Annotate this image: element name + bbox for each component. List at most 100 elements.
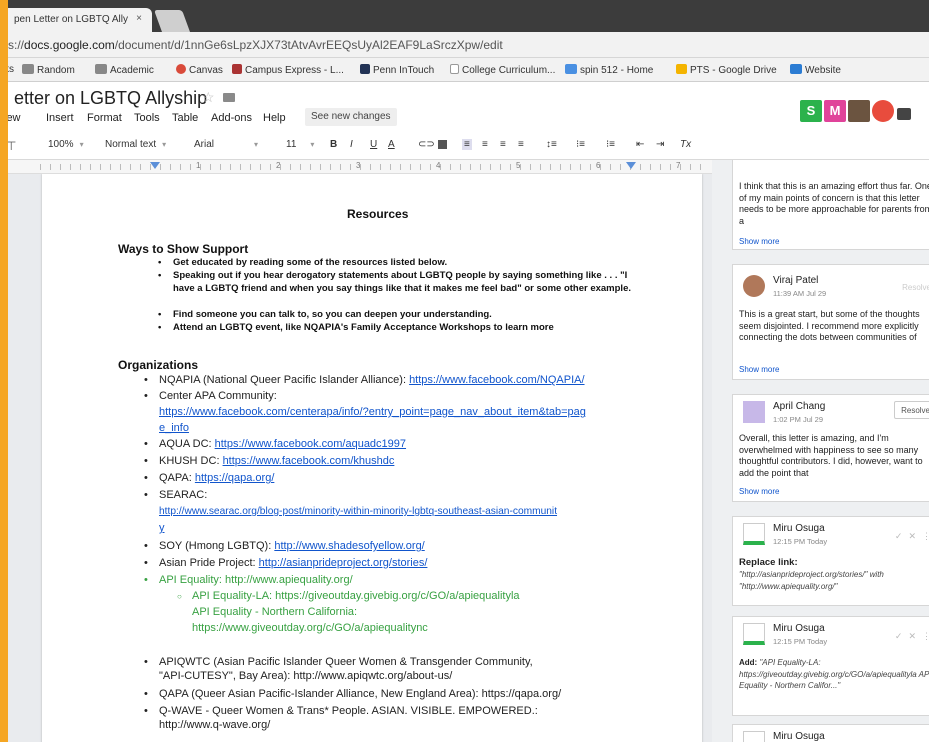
comment-time: 1:02 PM Jul 29	[773, 415, 824, 424]
comment-card[interactable]: Viraj Patel 11:39 AM Jul 29 Resolve This…	[732, 264, 929, 380]
suggestion-card[interactable]: Miru Osuga	[732, 724, 929, 742]
comment-card[interactable]: I think that this is an amazing effort t…	[732, 160, 929, 250]
document-title[interactable]: etter on LGBTQ Allyship	[14, 88, 207, 109]
accept-reject-icons[interactable]: ✓✕⋮	[895, 531, 929, 542]
resolve-button[interactable]: Resolve	[894, 401, 929, 419]
org-item: AQUA DC: https://www.facebook.com/aquadc…	[144, 436, 406, 452]
org-link[interactable]: https://www.facebook.com/centerapa/info/…	[159, 404, 586, 420]
menu-table[interactable]: Table	[172, 112, 198, 124]
italic-button[interactable]: I	[350, 139, 353, 150]
bulleted-list-icon[interactable]: ⁝≡	[606, 139, 615, 150]
menu-tools[interactable]: Tools	[134, 112, 160, 124]
org-link[interactable]: http://www.shadesofyellow.org/	[274, 540, 424, 552]
clear-formatting-icon[interactable]: Tx	[680, 139, 691, 150]
comment-card[interactable]: April Chang 1:02 PM Jul 29 Resolve Overa…	[732, 394, 929, 502]
right-indent-marker[interactable]	[626, 162, 636, 169]
accept-reject-icons[interactable]: ✓✕⋮	[895, 631, 929, 642]
document-page[interactable]: Resources Ways to Show Support Get educa…	[42, 174, 702, 742]
avatar	[743, 523, 765, 545]
show-more-link[interactable]: Show more	[739, 237, 779, 246]
bookmark-random[interactable]: Random	[22, 64, 75, 76]
bookmark-canvas[interactable]: Canvas	[176, 64, 223, 76]
numbered-list-icon[interactable]: ⁝≡	[576, 139, 585, 150]
ruler[interactable]: 1 2 3 4 5 6 7	[0, 160, 712, 174]
avatar	[743, 731, 765, 742]
text-color-button[interactable]: A	[388, 139, 395, 150]
resolve-button[interactable]: Resolve	[902, 283, 929, 292]
comment-body: This is a great start, but some of the t…	[739, 309, 920, 342]
suggestion-body: Add: "API Equality-LA: https://giveoutda…	[739, 658, 929, 690]
folder-icon	[95, 64, 107, 74]
org-link[interactable]: e_info	[159, 420, 189, 436]
org-link[interactable]: http://asianprideproject.org/stories/	[259, 557, 428, 569]
folder-icon	[22, 64, 34, 74]
menu-format[interactable]: Format	[87, 112, 122, 124]
org-link[interactable]: http://www.searac.org/blog-post/minority…	[159, 504, 557, 520]
style-select[interactable]: Normal text ▾	[105, 139, 166, 150]
zoom-select[interactable]: 100% ▾	[48, 139, 84, 150]
avatar[interactable]	[872, 100, 894, 122]
document-canvas: Resources Ways to Show Support Get educa…	[0, 174, 712, 742]
org-item: Q-WAVE - Queer Women & Trans* People. AS…	[144, 703, 538, 719]
decrease-indent-icon[interactable]: ⇤	[636, 139, 644, 150]
increase-indent-icon[interactable]: ⇥	[656, 139, 664, 150]
org-item: QAPA (Queer Asian Pacific-Islander Allia…	[144, 686, 561, 702]
org-item: Center APA Community:	[144, 388, 277, 404]
bookmark-academic[interactable]: Academic	[95, 64, 154, 76]
address-bar[interactable]: s://docs.google.com/document/d/1nnGe6sLp…	[0, 32, 929, 58]
suggestion-card[interactable]: Miru Osuga 12:15 PM Today ✓✕⋮ Replace li…	[732, 516, 929, 606]
sub-item-suggested: https://www.giveoutday.org/c/GO/a/apiequ…	[192, 622, 428, 634]
org-link[interactable]: https://www.facebook.com/khushdc	[223, 455, 395, 467]
bookmark-spin[interactable]: spin 512 - Home	[565, 64, 653, 76]
bookmark-college-curriculum[interactable]: College Curriculum...	[450, 64, 555, 76]
new-tab-button[interactable]	[153, 10, 191, 32]
line-spacing-icon[interactable]: ↕≡	[546, 139, 557, 150]
font-select[interactable]: Arial ▾	[194, 139, 258, 150]
ruler-ticks	[40, 164, 702, 170]
org-link[interactable]: https://www.facebook.com/NQAPIA/	[409, 374, 584, 386]
bookmark-pts[interactable]: PTS - Google Drive	[676, 64, 777, 76]
avatar	[743, 275, 765, 297]
comment-time: 11:39 AM Jul 29	[773, 289, 827, 298]
bookmark-penn-intouch[interactable]: Penn InTouch	[360, 64, 434, 76]
suggestion-body: "http://asianprideproject.org/stories/" …	[739, 570, 884, 591]
comment-add-icon[interactable]	[438, 140, 447, 149]
bold-button[interactable]: B	[330, 139, 337, 150]
url-text[interactable]: s://docs.google.com/document/d/1nnGe6sLp…	[8, 38, 503, 52]
align-left-icon[interactable]: ≡	[462, 139, 472, 150]
underline-button[interactable]: U	[370, 139, 377, 150]
menu-addons[interactable]: Add-ons	[211, 112, 252, 124]
show-more-link[interactable]: Show more	[739, 487, 779, 496]
avatar[interactable]	[848, 100, 870, 122]
avatar[interactable]: M	[824, 100, 846, 122]
suggestion-card[interactable]: Miru Osuga 12:15 PM Today ✓✕⋮ Add: "API …	[732, 616, 929, 716]
org-item: APIQWTC (Asian Pacific Islander Queer Wo…	[144, 654, 533, 670]
star-icon[interactable]: ☆	[202, 89, 215, 106]
link-icon[interactable]: ⊂⊃	[418, 139, 435, 150]
align-center-icon[interactable]: ≡	[482, 139, 488, 150]
avatar[interactable]: S	[800, 100, 822, 122]
org-link[interactable]: https://qapa.org/	[195, 472, 275, 484]
menu-help[interactable]: Help	[263, 112, 286, 124]
tab-close-icon[interactable]: ×	[136, 13, 142, 24]
font-size-select[interactable]: 11 ▾	[286, 139, 314, 150]
show-more-link[interactable]: Show more	[739, 365, 779, 374]
comments-icon[interactable]	[897, 108, 911, 120]
menu-insert[interactable]: Insert	[46, 112, 74, 124]
browser-tab[interactable]: pen Letter on LGBTQ Ally ×	[0, 8, 152, 32]
org-link[interactable]: https://www.facebook.com/aquadc1997	[215, 438, 406, 450]
bookmark-website[interactable]: Website	[790, 64, 841, 76]
ruler-number: 4	[436, 161, 441, 170]
align-justify-icon[interactable]: ≡	[518, 139, 524, 150]
bookmarks-bar: ks Random Academic Canvas Campus Express…	[0, 58, 929, 82]
org-item-suggested: API Equality: http://www.apiequality.org…	[144, 572, 353, 588]
folder-icon[interactable]	[223, 93, 235, 102]
comment-author: Viraj Patel	[773, 275, 819, 286]
support-item: Attend an LGBTQ event, like NQAPIA's Fam…	[158, 321, 653, 334]
align-right-icon[interactable]: ≡	[500, 139, 506, 150]
docs-header: etter on LGBTQ Allyship ☆ iew Insert For…	[0, 82, 929, 160]
org-link[interactable]: y	[159, 520, 165, 536]
see-new-changes-button[interactable]: See new changes	[305, 108, 397, 126]
bookmark-campus-express[interactable]: Campus Express - L...	[232, 64, 344, 76]
indent-marker[interactable]	[150, 162, 160, 169]
